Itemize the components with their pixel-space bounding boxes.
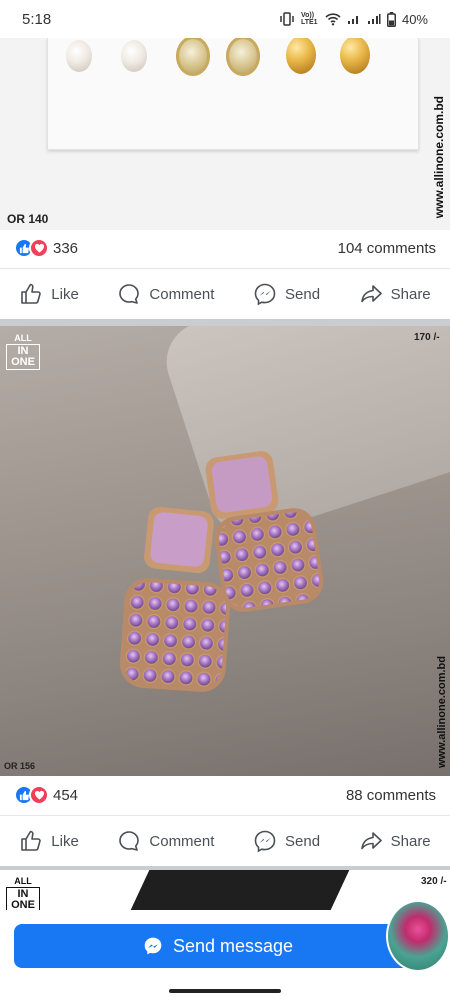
share-button[interactable]: Share bbox=[359, 282, 431, 306]
post-image-2[interactable]: ALL IN ONE 170 /- www.allinone.com.bd OR… bbox=[0, 326, 450, 776]
battery-percent: 40% bbox=[401, 11, 428, 27]
volte-indicator: Vo)) LTE1 bbox=[300, 12, 318, 26]
crystal-earring bbox=[176, 38, 210, 76]
reaction-count[interactable]: 336 bbox=[53, 240, 78, 257]
vibrate-icon bbox=[280, 12, 294, 26]
post-actions: Like Comment Send Share bbox=[0, 816, 450, 866]
send-message-button[interactable]: Send message bbox=[14, 924, 422, 968]
like-icon bbox=[21, 283, 42, 304]
post-separator bbox=[0, 319, 450, 326]
comment-button[interactable]: Comment bbox=[117, 829, 214, 853]
share-label: Share bbox=[390, 285, 431, 303]
wifi-icon bbox=[325, 12, 341, 25]
like-label: Like bbox=[51, 285, 79, 303]
home-gesture-pill[interactable] bbox=[169, 989, 281, 993]
love-reaction-icon bbox=[29, 238, 49, 258]
comment-icon bbox=[119, 831, 140, 851]
share-label: Share bbox=[390, 832, 431, 850]
send-button[interactable]: Send bbox=[253, 829, 320, 853]
chat-head-avatar[interactable] bbox=[386, 900, 450, 972]
product-box-shape bbox=[130, 870, 350, 910]
comment-count[interactable]: 88 comments bbox=[346, 787, 436, 804]
pearl-earring bbox=[121, 40, 147, 72]
messenger-icon bbox=[144, 937, 162, 955]
reaction-icons[interactable] bbox=[14, 238, 49, 258]
pearl-earring bbox=[66, 40, 92, 72]
love-reaction-icon bbox=[29, 785, 49, 805]
watermark: www.allinone.com.bd bbox=[436, 656, 448, 769]
messenger-icon bbox=[254, 830, 276, 853]
comment-icon bbox=[119, 284, 140, 304]
share-button[interactable]: Share bbox=[359, 829, 431, 853]
share-icon bbox=[360, 832, 382, 850]
signal-icon-2 bbox=[367, 14, 381, 24]
earring-display-card bbox=[47, 38, 419, 150]
comment-count[interactable]: 104 comments bbox=[338, 240, 436, 257]
messenger-icon bbox=[254, 283, 276, 306]
like-label: Like bbox=[51, 832, 79, 850]
like-button[interactable]: Like bbox=[19, 282, 79, 306]
product-code: OR 156 bbox=[4, 761, 36, 771]
send-label: Send bbox=[285, 832, 321, 850]
gold-earring bbox=[340, 38, 370, 74]
status-time: 5:18 bbox=[22, 10, 52, 28]
like-button[interactable]: Like bbox=[19, 829, 79, 853]
signal-icon bbox=[347, 16, 358, 24]
product-code: OR 140 bbox=[7, 212, 49, 226]
status-icons: Vo)) LTE1 40% bbox=[279, 11, 428, 27]
send-message-label: Send message bbox=[172, 935, 294, 956]
share-icon bbox=[360, 285, 382, 303]
crystal-earring bbox=[226, 38, 260, 76]
reaction-icons[interactable] bbox=[14, 785, 49, 805]
system-nav-bar bbox=[0, 975, 450, 1000]
battery-icon bbox=[386, 11, 396, 27]
reaction-count[interactable]: 454 bbox=[53, 787, 78, 804]
reactions-bar: 336 104 comments bbox=[0, 230, 450, 266]
post-image-3[interactable]: ALL IN ONE 320 /- bbox=[0, 870, 450, 910]
send-button[interactable]: Send bbox=[253, 282, 320, 306]
status-bar: 5:18 Vo)) LTE1 40% bbox=[0, 0, 450, 38]
comment-label: Comment bbox=[149, 285, 215, 303]
comment-label: Comment bbox=[149, 832, 215, 850]
reactions-bar: 454 88 comments bbox=[0, 777, 450, 813]
watermark: www.allinone.com.bd bbox=[432, 96, 446, 219]
post-image-1[interactable]: www.allinone.com.bd OR 140 bbox=[0, 38, 450, 230]
purple-earrings-photo bbox=[119, 451, 324, 692]
price-tag: 320 /- bbox=[421, 876, 447, 887]
send-label: Send bbox=[285, 285, 321, 303]
post-actions: Like Comment Send Share bbox=[0, 269, 450, 319]
gold-earring bbox=[286, 38, 316, 74]
comment-button[interactable]: Comment bbox=[117, 282, 214, 306]
brand-logo: ALL IN ONE bbox=[6, 876, 40, 910]
like-icon bbox=[21, 830, 42, 851]
